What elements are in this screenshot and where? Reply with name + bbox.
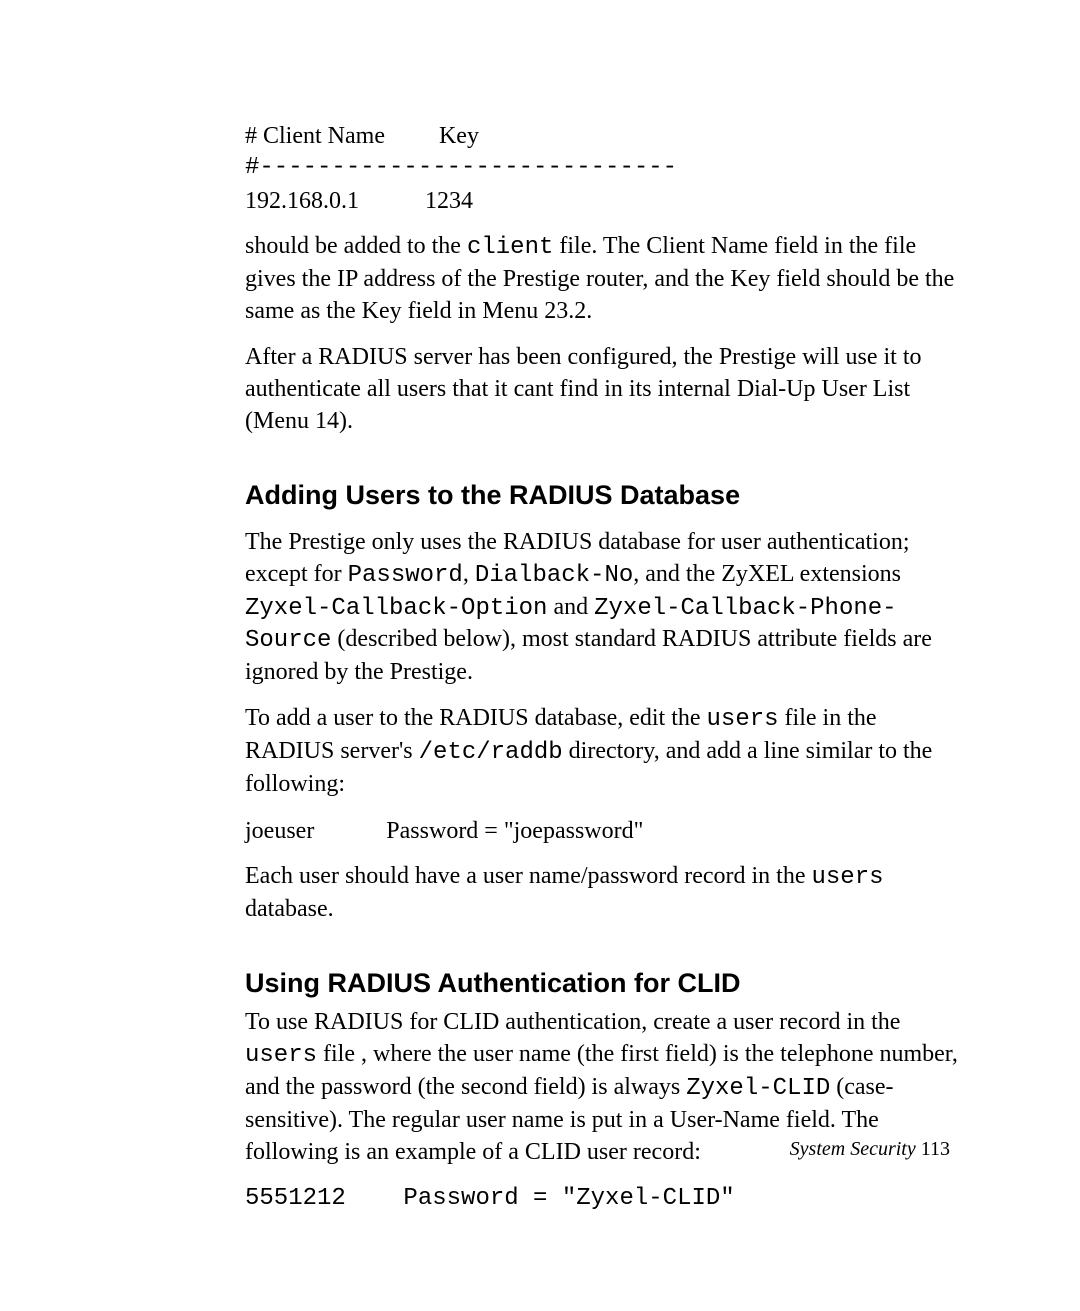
heading-adding-users: Adding Users to the RADIUS Database — [245, 478, 970, 513]
text: should be added to the — [245, 233, 467, 259]
text: database. — [245, 896, 334, 922]
page-number: 113 — [921, 1138, 950, 1160]
heading-radius-clid: Using RADIUS Authentication for CLID — [245, 966, 970, 1001]
text: , — [463, 561, 475, 587]
text: (described below), most standard RADIUS … — [245, 626, 932, 685]
paragraph-add-user: To add a user to the RADIUS database, ed… — [245, 703, 970, 801]
code-text: users — [811, 864, 883, 891]
code-text: users — [707, 706, 779, 733]
document-page: # Client Name Key #---------------------… — [0, 0, 1080, 1311]
code-text: Dialback-No — [475, 562, 633, 589]
text: Each user should have a user name/passwo… — [245, 863, 811, 889]
code-text: Password — [348, 562, 463, 589]
text: To use RADIUS for CLID authentication, c… — [245, 1009, 900, 1035]
text: and — [547, 594, 594, 620]
paragraph-radius-db-usage: The Prestige only uses the RADIUS databa… — [245, 527, 970, 690]
paragraph-client-file: should be added to the client file. The … — [245, 231, 970, 328]
client-file-header: # Client Name Key — [245, 120, 970, 152]
page-footer: System Security 113 — [790, 1138, 950, 1161]
paragraph-radius-configured: After a RADIUS server has been configure… — [245, 342, 970, 438]
example-user-record: joeuser Password = "joepassword" — [245, 815, 970, 847]
footer-label: System Security — [790, 1138, 921, 1160]
code-text: client — [467, 234, 553, 261]
text: , and the ZyXEL extensions — [633, 561, 901, 587]
client-file-row: 192.168.0.1 1234 — [245, 185, 970, 217]
code-text: users — [245, 1042, 317, 1069]
code-text: /etc/raddb — [419, 739, 563, 766]
paragraph-each-user: Each user should have a user name/passwo… — [245, 861, 970, 926]
client-file-divider: #----------------------------- — [245, 152, 970, 184]
example-clid-record: 5551212 Password = "Zyxel-CLID" — [245, 1183, 970, 1215]
text: To add a user to the RADIUS database, ed… — [245, 705, 707, 731]
code-text: Zyxel-Callback-Option — [245, 595, 547, 622]
code-text: Zyxel-CLID — [686, 1075, 830, 1102]
